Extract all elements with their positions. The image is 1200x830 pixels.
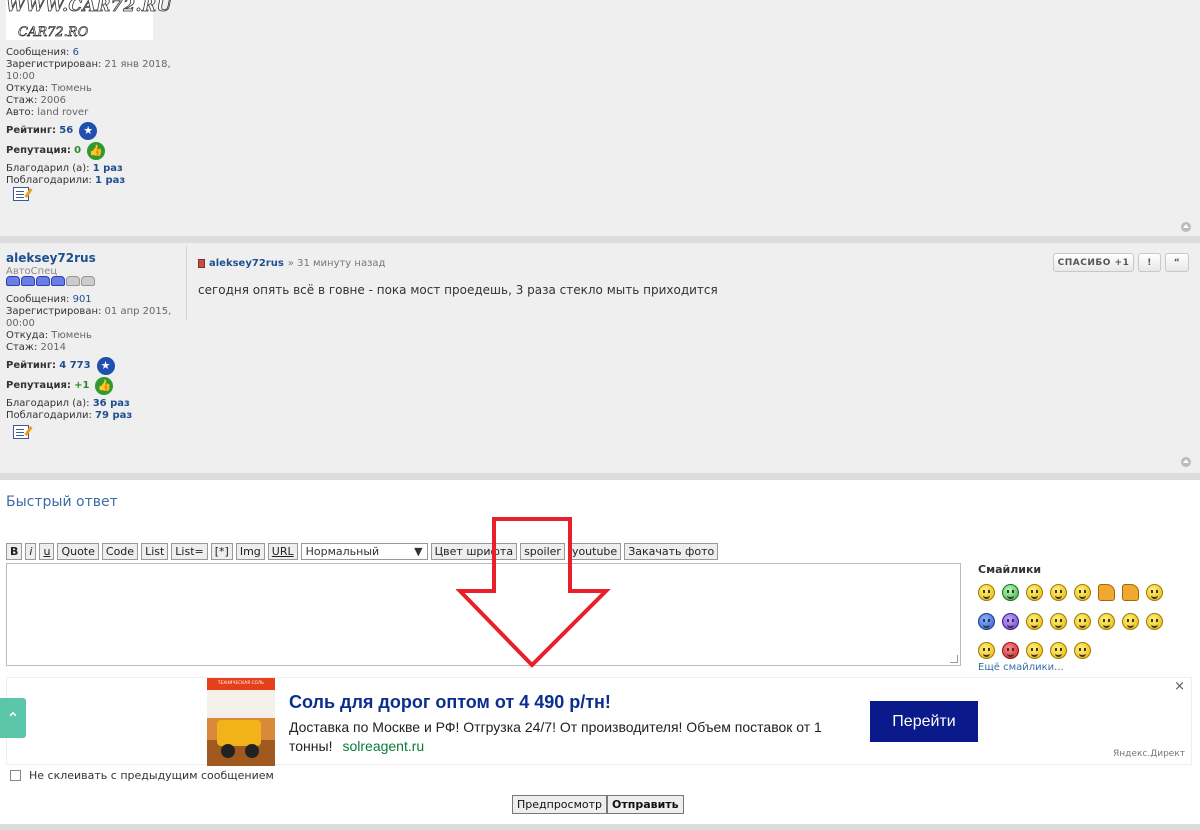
report-button[interactable]: ! bbox=[1138, 253, 1161, 272]
post-username[interactable]: aleksey72rus bbox=[6, 251, 96, 265]
scroll-top-icon[interactable] bbox=[1181, 457, 1191, 467]
url-button[interactable]: URL bbox=[267, 543, 298, 560]
got-thanks-link[interactable]: 1 раз bbox=[95, 175, 125, 187]
ad-title[interactable]: Соль для дорог оптом от 4 490 р/тн! bbox=[289, 692, 611, 713]
user-avatar-logo[interactable]: WWW.CAR72.RU CAR72.RO bbox=[6, 0, 172, 41]
quote-button[interactable]: “ bbox=[1165, 253, 1189, 272]
private-message-icon[interactable] bbox=[13, 187, 29, 201]
quick-reply-title: Быстрый ответ bbox=[6, 494, 118, 510]
divider bbox=[186, 246, 187, 320]
logo-text-top: WWW.CAR72.RU bbox=[6, 0, 172, 16]
resize-grip-icon[interactable] bbox=[950, 655, 958, 663]
bbcode-toolbar: B i u Quote Code List List= [*] Img URL … bbox=[6, 543, 719, 560]
post-1: WWW.CAR72.RU CAR72.RO Сообщения: 6 Зарег… bbox=[0, 0, 1200, 243]
mad-icon[interactable] bbox=[1002, 642, 1019, 659]
list-button[interactable]: List bbox=[141, 543, 169, 560]
upload-photo-button[interactable]: Закачать фото bbox=[624, 543, 719, 560]
smilies-title: Смайлики bbox=[978, 563, 1042, 576]
rocket-smile-icon[interactable] bbox=[1074, 642, 1091, 659]
font-size-select[interactable]: Нормальный ▼ bbox=[300, 543, 428, 560]
message-textarea[interactable] bbox=[6, 563, 961, 666]
underline-button[interactable]: u bbox=[39, 543, 55, 560]
font-color-button[interactable]: Цвет шрифта bbox=[430, 543, 518, 560]
post-body: сегодня опять всё в говне - пока мост пр… bbox=[198, 283, 718, 297]
user-profile-info: Сообщения: 901 Зарегистрирован: 01 апр 2… bbox=[6, 294, 172, 422]
user-profile-info: Сообщения: 6 Зарегистрирован: 21 янв 201… bbox=[6, 47, 171, 187]
rating-value: 56 bbox=[59, 125, 74, 136]
messages-count[interactable]: 901 bbox=[73, 294, 92, 306]
ad-description: Доставка по Москве и РФ! Отгрузка 24/7! … bbox=[289, 719, 822, 754]
thumbs-up-icon[interactable] bbox=[1098, 584, 1115, 601]
rating-star-icon[interactable]: ★ bbox=[79, 122, 98, 140]
smile-green-icon[interactable] bbox=[1002, 584, 1019, 601]
preview-button[interactable]: Предпросмотр bbox=[512, 795, 607, 814]
thanked-link[interactable]: 36 раз bbox=[93, 398, 130, 410]
scroll-up-button[interactable]: ⌃ bbox=[0, 698, 26, 738]
rating-star-icon[interactable]: ★ bbox=[96, 357, 115, 375]
scroll-top-icon[interactable] bbox=[1181, 222, 1191, 232]
logo-text-bottom: CAR72.RO bbox=[18, 25, 89, 41]
facepalm-icon[interactable] bbox=[1050, 642, 1067, 659]
post-header: aleksey72rus » 31 минуту назад bbox=[198, 258, 385, 269]
smile-icon[interactable] bbox=[1146, 584, 1163, 601]
smile-purple-icon[interactable] bbox=[1002, 613, 1019, 630]
spoiler-button[interactable]: spoiler bbox=[520, 543, 565, 560]
no-merge-option[interactable]: Не склеивать с предыдущим сообщением bbox=[10, 769, 274, 782]
img-button[interactable]: Img bbox=[235, 543, 265, 560]
smile-icon[interactable] bbox=[1074, 584, 1091, 601]
italic-button[interactable]: i bbox=[25, 543, 37, 560]
ordered-list-button[interactable]: List= bbox=[171, 543, 208, 560]
smile-icon[interactable] bbox=[1026, 584, 1043, 601]
confused-icon[interactable] bbox=[1050, 613, 1067, 630]
reputation-thumb-icon[interactable]: 👍 bbox=[87, 142, 106, 160]
post-time: » 31 минуту назад bbox=[287, 258, 386, 269]
messages-count[interactable]: 6 bbox=[73, 47, 79, 59]
advert-banner[interactable]: ТЕХНИЧЕСКАЯ СОЛЬ Соль для дорог оптом от… bbox=[6, 677, 1192, 766]
thanks-button[interactable]: СПАСИБО +1 bbox=[1053, 253, 1134, 272]
frown-icon[interactable] bbox=[978, 642, 995, 659]
post-author-link[interactable]: aleksey72rus bbox=[209, 258, 284, 269]
close-icon[interactable]: × bbox=[1174, 679, 1185, 694]
ad-go-button[interactable]: Перейти bbox=[870, 701, 978, 742]
code-tag-button[interactable]: Code bbox=[101, 543, 139, 560]
more-smilies-link[interactable]: Ещё смайлики... bbox=[978, 662, 1064, 673]
no-merge-label: Не склеивать с предыдущим сообщением bbox=[29, 769, 274, 782]
smile-icon[interactable] bbox=[978, 584, 995, 601]
reputation-thumb-icon[interactable]: 👍 bbox=[95, 377, 114, 395]
list-item-button[interactable]: [*] bbox=[210, 543, 233, 560]
reputation-value: 0 bbox=[74, 145, 82, 156]
rank-cars-icon bbox=[6, 276, 95, 286]
quote-tag-button[interactable]: Quote bbox=[57, 543, 99, 560]
private-message-icon[interactable] bbox=[13, 425, 29, 439]
youtube-button[interactable]: youtube bbox=[567, 543, 622, 560]
ad-source: Яндекс.Директ bbox=[1113, 749, 1185, 759]
smile-icon[interactable] bbox=[1050, 584, 1067, 601]
reputation-value: +1 bbox=[74, 380, 90, 391]
grin-icon[interactable] bbox=[1074, 613, 1091, 630]
bold-button[interactable]: B bbox=[6, 543, 23, 560]
ad-url-link[interactable]: solreagent.ru bbox=[342, 738, 424, 754]
no-merge-checkbox[interactable] bbox=[10, 770, 21, 781]
rating-value: 4 773 bbox=[59, 360, 91, 371]
thanked-link[interactable]: 1 раз bbox=[93, 163, 123, 175]
smile-icon[interactable] bbox=[1026, 642, 1043, 659]
smile-icon[interactable] bbox=[1026, 613, 1043, 630]
dropdown-arrow-icon: ▼ bbox=[414, 545, 423, 558]
got-thanks-link[interactable]: 79 раз bbox=[95, 410, 132, 422]
laugh-icon[interactable] bbox=[1146, 613, 1163, 630]
smilies-panel bbox=[978, 578, 1178, 665]
thumbs-down-icon[interactable] bbox=[1122, 584, 1139, 601]
cool-icon[interactable] bbox=[1098, 613, 1115, 630]
submit-button[interactable]: Отправить bbox=[607, 795, 684, 814]
ad-image[interactable]: ТЕХНИЧЕСКАЯ СОЛЬ bbox=[207, 678, 275, 766]
sad-blue-icon[interactable] bbox=[978, 613, 995, 630]
post-2 bbox=[0, 243, 1200, 474]
angry-icon[interactable] bbox=[1122, 613, 1139, 630]
post-document-icon[interactable] bbox=[198, 259, 205, 268]
